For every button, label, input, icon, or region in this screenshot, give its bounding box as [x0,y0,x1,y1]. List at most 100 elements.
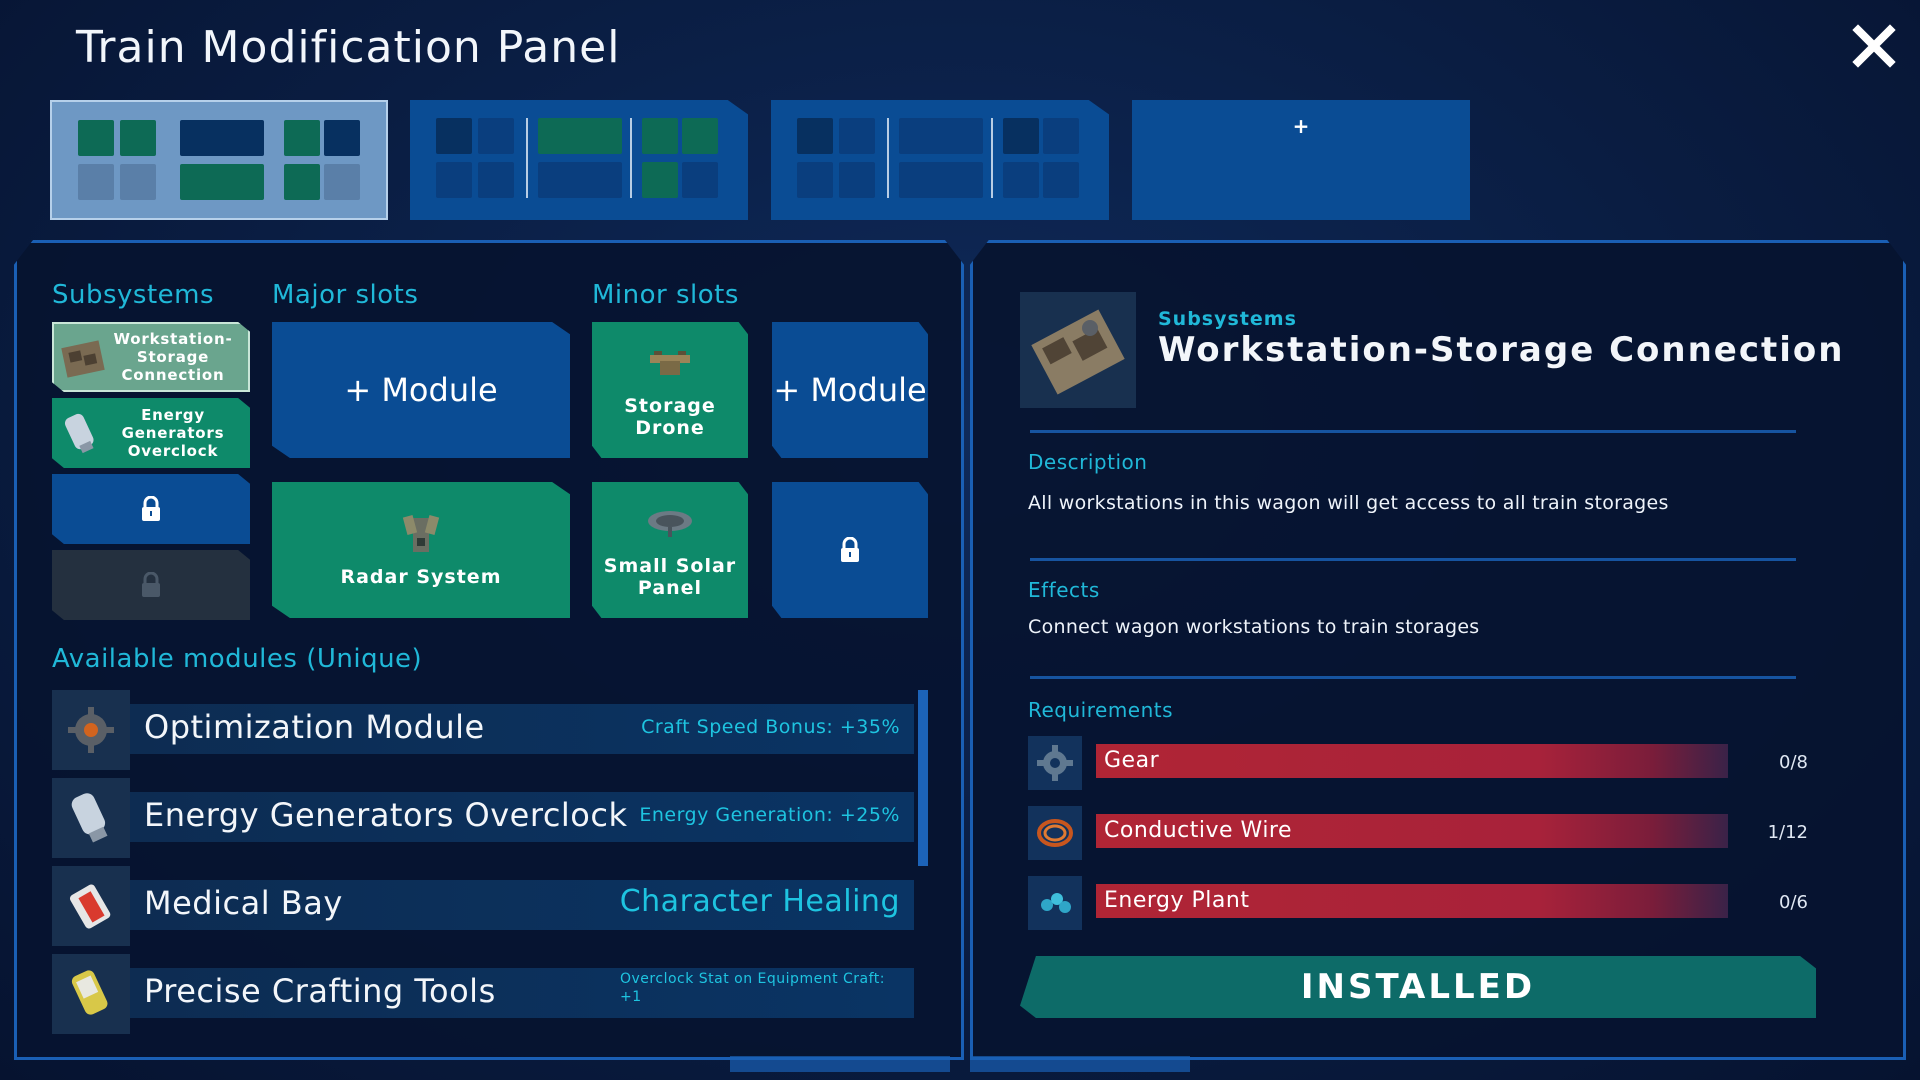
close-button[interactable] [1850,22,1898,70]
wagon-tab-1[interactable] [50,100,388,220]
gear-icon [1037,745,1073,781]
requirement-icon-box [1028,876,1082,930]
workstation-storage-icon [1031,309,1125,395]
requirement-count: 1/12 [1767,822,1808,843]
subsystems-heading: Subsystems [52,280,215,310]
description-text: All workstations in this wagon will get … [1028,492,1669,514]
minor-slot-locked[interactable] [772,482,928,618]
small-solar-panel-label: Small Solar Panel [603,555,737,599]
page-title: Train Modification Panel [76,22,621,73]
close-icon [1852,24,1896,68]
energy-plant-icon [1041,893,1071,913]
requirement-row-gear: Gear 0/8 [1028,736,1818,790]
wagon-slot-mini [120,164,156,200]
requirement-count: 0/6 [1779,892,1808,913]
wagon-slot-mini [478,162,514,198]
wagon-divider [526,118,528,198]
module-effect: Craft Speed Bonus: +35% [641,716,900,738]
wagon-slot-mini [1003,118,1039,154]
wagon-slot-mini [324,164,360,200]
module-effect: Overclock Stat on Equipment Craft: +1 [620,971,886,1005]
energy-canister-icon [64,413,94,454]
module-name: Medical Bay [144,884,343,922]
wagon-slot-mini [436,118,472,154]
energy-canister-icon [71,793,108,843]
requirement-row-energy-plant: Energy Plant 0/6 [1028,876,1818,930]
add-wagon-button[interactable]: + [1132,100,1470,220]
storage-drone-label: Storage Drone [624,395,716,439]
wagon-slot-mini [839,162,875,198]
major-slots-heading: Major slots [272,280,419,310]
requirement-count: 0/8 [1779,752,1808,773]
module-name: Energy Generators Overclock [144,796,628,834]
module-name: Optimization Module [144,708,485,746]
wagon-slot-mini [120,120,156,156]
detail-icon-box [1020,292,1136,408]
requirement-icon-box [1028,806,1082,860]
wagon-slot-mini [78,120,114,156]
wagon-slot-mini [538,162,622,198]
minor-slots-heading: Minor slots [592,280,739,310]
module-row-precise-tools[interactable]: Precise Crafting Tools Overclock Stat on… [52,954,914,1034]
plus-icon: + [1292,114,1310,138]
wagon-slot-mini [797,118,833,154]
wagon-slot-mini [436,162,472,198]
wagon-slot-mini [899,162,983,198]
add-module-label: + Module [773,371,927,409]
detail-category: Subsystems [1158,308,1297,330]
requirements-label: Requirements [1028,698,1174,722]
subsystem-slot-energy-overclock[interactable]: Energy Generators Overclock [52,398,250,468]
lock-icon [841,537,859,562]
bottom-trim [970,1056,1190,1072]
solar-panel-icon [648,511,692,537]
wagon-divider [991,118,993,198]
requirement-icon-box [1028,736,1082,790]
subsystem-slot-disabled [52,550,250,620]
wagon-slot-mini [642,162,678,198]
subsystem-label: Energy Generators Overclock [121,406,225,460]
subsystem-slot-workstation-storage[interactable]: Workstation-Storage Connection [52,322,250,392]
description-label: Description [1028,450,1148,474]
wagon-slot-mini [284,120,320,156]
major-slot-add-module[interactable]: + Module [272,322,570,458]
wagon-slot-mini [324,120,360,156]
module-row-optimization[interactable]: Optimization Module Craft Speed Bonus: +… [52,690,914,770]
major-slot-radar-system[interactable]: Radar System [272,482,570,618]
module-effect: Energy Generation: +25% [639,804,900,826]
module-row-energy-overclock[interactable]: Energy Generators Overclock Energy Gener… [52,778,914,858]
wagon-slot-mini [284,164,320,200]
wagon-slot-mini [682,162,718,198]
radar-system-label: Radar System [340,566,502,588]
separator [1030,430,1796,433]
module-icon-box [52,690,130,770]
installed-status-button[interactable]: INSTALLED [1020,956,1816,1018]
available-modules-heading: Available modules (Unique) [52,644,423,674]
effects-label: Effects [1028,578,1100,602]
minor-slot-add-module[interactable]: + Module [772,322,928,458]
requirement-name: Energy Plant [1104,888,1250,913]
wagon-slot-mini [478,118,514,154]
crafting-tools-icon [71,970,108,1015]
subsystem-slot-locked[interactable] [52,474,250,544]
requirement-name: Gear [1104,748,1160,773]
module-icon-box [52,778,130,858]
workstation-storage-icon [61,340,105,378]
wagon-slot-mini [797,162,833,198]
wagon-tab-3[interactable] [771,100,1109,220]
minor-slot-small-solar-panel[interactable]: Small Solar Panel [592,482,748,618]
minor-slot-storage-drone[interactable]: Storage Drone [592,322,748,458]
requirement-bar [1096,744,1728,778]
wagon-slot-mini [1043,162,1079,198]
module-icon-box [52,866,130,946]
requirement-row-conductive-wire: Conductive Wire 1/12 [1028,806,1818,860]
module-row-medical-bay[interactable]: Medical Bay Character Healing [52,866,914,946]
module-name: Precise Crafting Tools [144,972,496,1010]
wagon-tab-2[interactable] [410,100,748,220]
detail-title: Workstation-Storage Connection [1158,330,1845,370]
gear-icon [68,707,114,753]
separator [1030,676,1796,679]
radar-system-icon [402,515,440,552]
modules-scrollbar[interactable] [918,690,928,866]
module-icon-box [52,954,130,1034]
effects-text: Connect wagon workstations to train stor… [1028,616,1480,638]
